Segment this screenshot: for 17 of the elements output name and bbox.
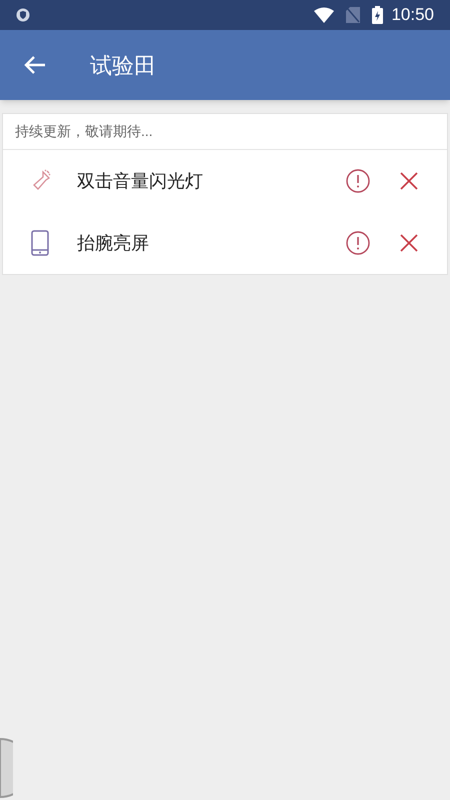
clock-time: 10:50 <box>391 4 434 26</box>
back-arrow-icon <box>24 55 46 75</box>
info-button[interactable] <box>345 230 371 256</box>
info-button[interactable] <box>345 168 371 194</box>
battery-icon <box>372 6 384 24</box>
shield-icon <box>16 8 30 22</box>
exclamation-circle-icon <box>346 169 370 193</box>
feature-label: 双击音量闪光灯 <box>77 170 204 192</box>
no-sim-icon <box>346 7 360 23</box>
wifi-icon <box>314 7 334 23</box>
notice-text: 持续更新，敬请期待... <box>15 122 153 141</box>
close-icon <box>400 172 418 190</box>
feature-label: 抬腕亮屏 <box>77 232 150 254</box>
phone-icon <box>31 230 49 256</box>
close-icon <box>400 234 418 252</box>
page-title: 试验田 <box>90 52 156 80</box>
exclamation-circle-icon <box>346 231 370 255</box>
